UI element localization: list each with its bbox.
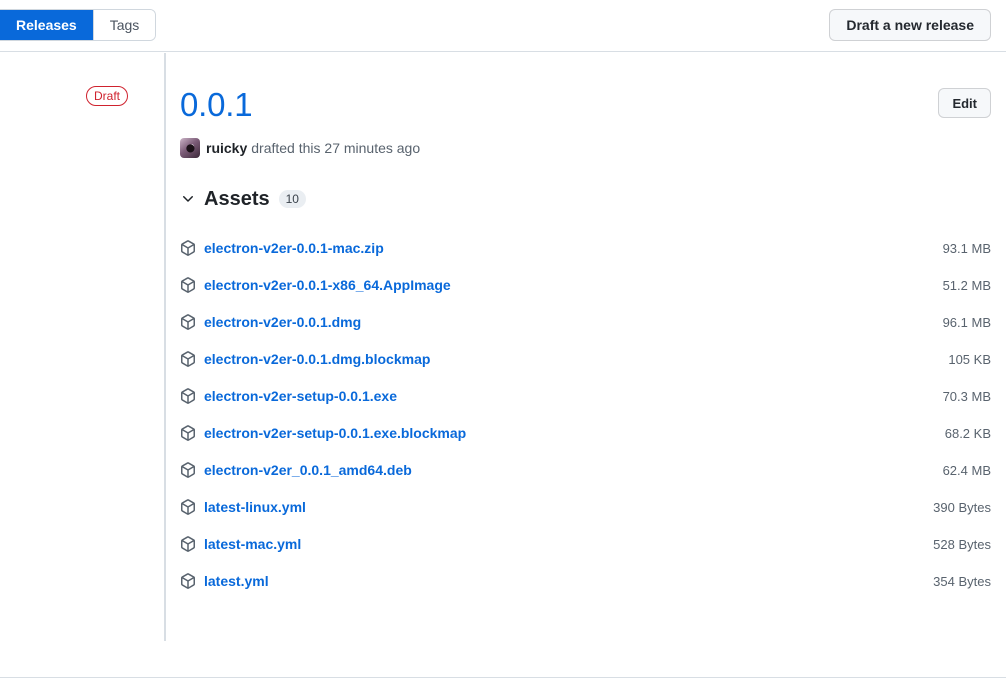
release-author[interactable]: ruicky: [206, 138, 247, 158]
release-byline: ruicky drafted this 27 minutes ago: [180, 137, 991, 158]
releases-page: Releases Tags Draft a new release Draft …: [0, 0, 1006, 682]
asset-row: electron-v2er_0.0.1_amd64.deb 62.4 MB: [180, 452, 991, 489]
package-icon: [180, 425, 196, 442]
asset-size: 70.3 MB: [942, 388, 991, 404]
package-icon: [180, 240, 196, 257]
package-icon: [180, 462, 196, 479]
asset-size: 105 KB: [948, 351, 991, 367]
release-action-text: drafted this 27 minutes ago: [251, 139, 421, 156]
asset-row: electron-v2er-0.0.1-x86_64.AppImage 51.2 …: [180, 267, 991, 304]
page-bottom-divider: [0, 677, 1006, 678]
asset-link[interactable]: electron-v2er-0.0.1-mac.zip: [204, 240, 384, 256]
asset-link[interactable]: latest-mac.yml: [204, 536, 301, 552]
status-badge: Draft: [85, 86, 128, 106]
assets-list: electron-v2er-0.0.1-mac.zip 93.1 MB electr…: [180, 230, 991, 600]
asset-link[interactable]: electron-v2er-setup-0.0.1.exe: [204, 388, 397, 404]
asset-size: 62.4 MB: [942, 462, 991, 478]
package-icon: [180, 573, 196, 590]
package-icon: [180, 499, 196, 516]
package-icon: [180, 536, 196, 553]
release-status-column: Draft: [0, 53, 164, 106]
asset-size: 96.1 MB: [942, 314, 991, 330]
asset-row: electron-v2er-setup-0.0.1.exe.blockmap 68…: [180, 415, 991, 452]
asset-link[interactable]: latest.yml: [204, 573, 269, 589]
asset-size: 528 Bytes: [933, 536, 991, 552]
package-icon: [180, 314, 196, 331]
release-divider-line: [164, 53, 166, 641]
asset-size: 93.1 MB: [942, 240, 991, 256]
asset-size: 68.2 KB: [944, 425, 991, 441]
avatar[interactable]: [180, 137, 200, 158]
asset-row: latest-mac.yml 528 Bytes: [180, 526, 991, 563]
tab-tags[interactable]: Tags: [93, 10, 156, 40]
asset-row: latest-linux.yml 390 Bytes: [180, 489, 991, 526]
assets-title: Assets: [204, 187, 270, 210]
releases-toolbar: Releases Tags Draft a new release: [0, 0, 1006, 52]
asset-size: 390 Bytes: [933, 499, 991, 515]
asset-link[interactable]: latest-linux.yml: [204, 499, 306, 515]
release-content: Edit 0.0.1 ruicky drafted this 27 minute…: [180, 53, 991, 616]
asset-link[interactable]: electron-v2er-0.0.1.dmg.blockmap: [204, 351, 430, 367]
asset-row: latest.yml 354 Bytes: [180, 563, 991, 600]
releases-tabs: Releases Tags: [0, 9, 157, 41]
draft-a-new-release-button[interactable]: Draft a new release: [829, 9, 991, 41]
asset-size: 51.2 MB: [942, 277, 991, 293]
package-icon: [180, 351, 196, 368]
release-title[interactable]: 0.0.1: [180, 53, 991, 125]
package-icon: [180, 277, 196, 294]
chevron-down-icon: [180, 191, 196, 207]
asset-link[interactable]: electron-v2er-setup-0.0.1.exe.blockmap: [204, 425, 466, 441]
asset-row: electron-v2er-0.0.1.dmg.blockmap 105 KB: [180, 341, 991, 378]
asset-row: electron-v2er-0.0.1-mac.zip 93.1 MB: [180, 230, 991, 267]
package-icon: [180, 388, 196, 405]
tab-releases[interactable]: Releases: [0, 10, 94, 40]
edit-button[interactable]: Edit: [938, 88, 991, 118]
assets-section-header[interactable]: Assets 10: [180, 187, 991, 212]
asset-row: electron-v2er-setup-0.0.1.exe 70.3 MB: [180, 378, 991, 415]
asset-size: 354 Bytes: [933, 573, 991, 589]
asset-link[interactable]: electron-v2er_0.0.1_amd64.deb: [204, 462, 412, 478]
assets-count-badge: 10: [278, 190, 306, 209]
asset-row: electron-v2er-0.0.1.dmg 96.1 MB: [180, 304, 991, 341]
asset-link[interactable]: electron-v2er-0.0.1-x86_64.AppImage: [204, 277, 451, 293]
asset-link[interactable]: electron-v2er-0.0.1.dmg: [204, 314, 361, 330]
